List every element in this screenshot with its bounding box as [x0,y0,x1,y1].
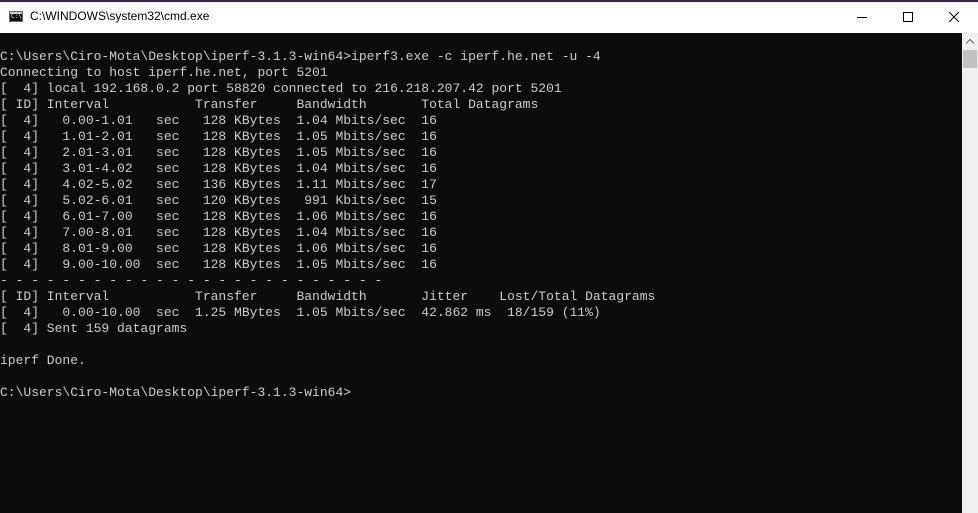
console-line: [ 4] 9.00-10.00 sec 128 KBytes 1.05 Mbit… [0,257,437,272]
minimize-button[interactable] [840,2,886,33]
close-icon [949,12,959,22]
console-line: [ 4] 2.01-3.01 sec 128 KBytes 1.05 Mbits… [0,145,437,160]
maximize-icon [903,12,913,22]
console-line-summary: [ 4] 0.00-10.00 sec 1.25 MBytes 1.05 Mbi… [0,305,601,320]
console-output[interactable]: C:\Users\Ciro-Mota\Desktop\iperf-3.1.3-w… [0,33,962,513]
console-line: [ 4] 4.02-5.02 sec 136 KBytes 1.11 Mbits… [0,177,437,192]
cmd-icon-glyph: C:\ [11,13,22,20]
vertical-scrollbar[interactable] [962,33,978,513]
minimize-icon [857,17,867,18]
title-bar[interactable]: C:\ C:\WINDOWS\system32\cmd.exe [0,2,978,33]
console-line-command: C:\Users\Ciro-Mota\Desktop\iperf-3.1.3-w… [0,49,601,64]
scroll-up-button[interactable] [962,33,978,50]
console-line: [ 4] 5.02-6.01 sec 120 KBytes 991 Kbits/… [0,193,437,208]
cmd-icon: C:\ [9,11,23,22]
console-line: Connecting to host iperf.he.net, port 52… [0,65,328,80]
console-line: [ 4] 6.01-7.00 sec 128 KBytes 1.06 Mbits… [0,209,437,224]
console-line: [ 4] 1.01-2.01 sec 128 KBytes 1.05 Mbits… [0,129,437,144]
console-line-header: [ ID] Interval Transfer Bandwidth Jitter… [0,289,656,304]
console-line: [ 4] 8.01-9.00 sec 128 KBytes 1.06 Mbits… [0,241,437,256]
console-line: [ 4] Sent 159 datagrams [0,321,188,336]
console-line: [ 4] 7.00-8.01 sec 128 KBytes 1.04 Mbits… [0,225,437,240]
console-line: [ 4] local 192.168.0.2 port 58820 connec… [0,81,562,96]
maximize-button[interactable] [886,2,932,33]
console-line-header: [ ID] Interval Transfer Bandwidth Total … [0,97,539,112]
console-line: [ 4] 3.01-4.02 sec 128 KBytes 1.04 Mbits… [0,161,437,176]
console-separator: - - - - - - - - - - - - - - - - - - - - … [0,273,383,288]
console-line: [ 4] 0.00-1.01 sec 128 KBytes 1.04 Mbits… [0,113,437,128]
scrollbar-thumb[interactable] [963,50,977,68]
window-title: C:\WINDOWS\system32\cmd.exe [30,9,210,23]
console-line: iperf Done. [0,353,86,368]
cmd-window: C:\ C:\WINDOWS\system32\cmd.exe C:\Users… [0,0,978,513]
scroll-up-arrow-icon [966,39,974,44]
close-button[interactable] [932,2,978,33]
console-prompt[interactable]: C:\Users\Ciro-Mota\Desktop\iperf-3.1.3-w… [0,385,351,401]
